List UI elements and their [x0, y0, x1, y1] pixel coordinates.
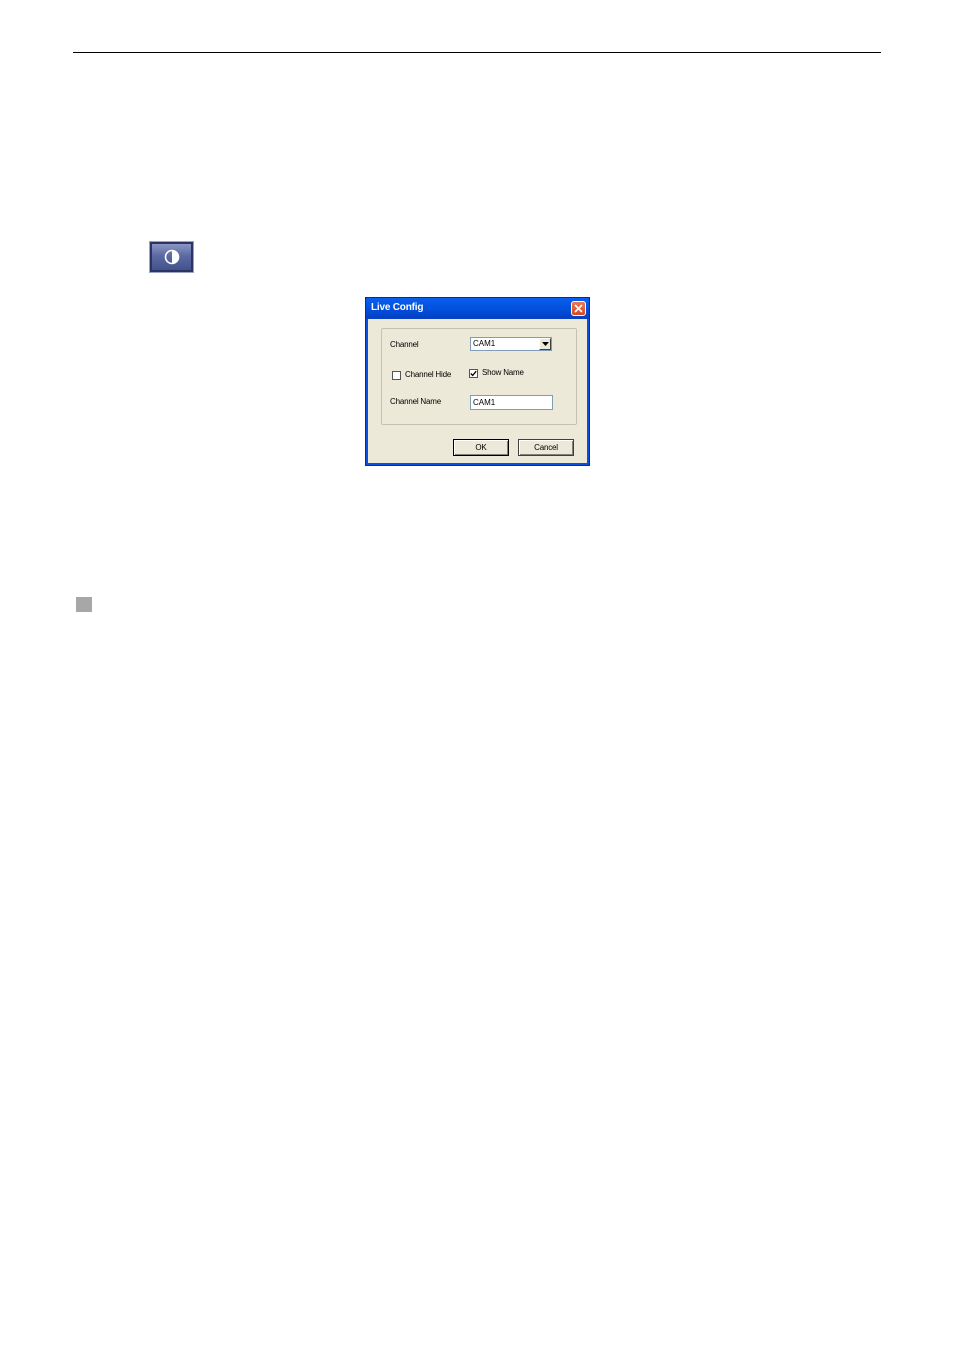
chevron-down-icon — [541, 342, 549, 346]
close-button[interactable] — [571, 301, 586, 316]
channel-name-label: Channel Name — [390, 397, 441, 406]
contrast-icon — [164, 249, 179, 265]
channel-select[interactable]: CAM1 — [470, 337, 552, 351]
dialog-titlebar[interactable]: Live Config — [366, 298, 589, 319]
contrast-button[interactable] — [149, 241, 194, 273]
channel-select-arrow[interactable] — [539, 338, 551, 350]
show-name-checkbox[interactable] — [469, 369, 478, 378]
checkmark-icon — [470, 370, 477, 377]
show-name-label: Show Name — [482, 368, 524, 377]
cancel-button[interactable]: Cancel — [518, 439, 574, 456]
channel-select-value: CAM1 — [473, 339, 496, 348]
channel-hide-checkbox[interactable] — [392, 371, 401, 380]
ok-button[interactable]: OK — [453, 439, 509, 456]
live-config-dialog: Live Config Channel CAM1 Channel Hide Sh… — [365, 297, 590, 466]
section-bullet — [76, 597, 92, 612]
channel-name-input[interactable] — [470, 395, 553, 410]
channel-hide-label: Channel Hide — [405, 370, 452, 379]
close-icon — [574, 304, 583, 313]
dialog-title: Live Config — [371, 302, 424, 313]
header-rule — [73, 52, 881, 53]
channel-label: Channel — [390, 340, 419, 349]
